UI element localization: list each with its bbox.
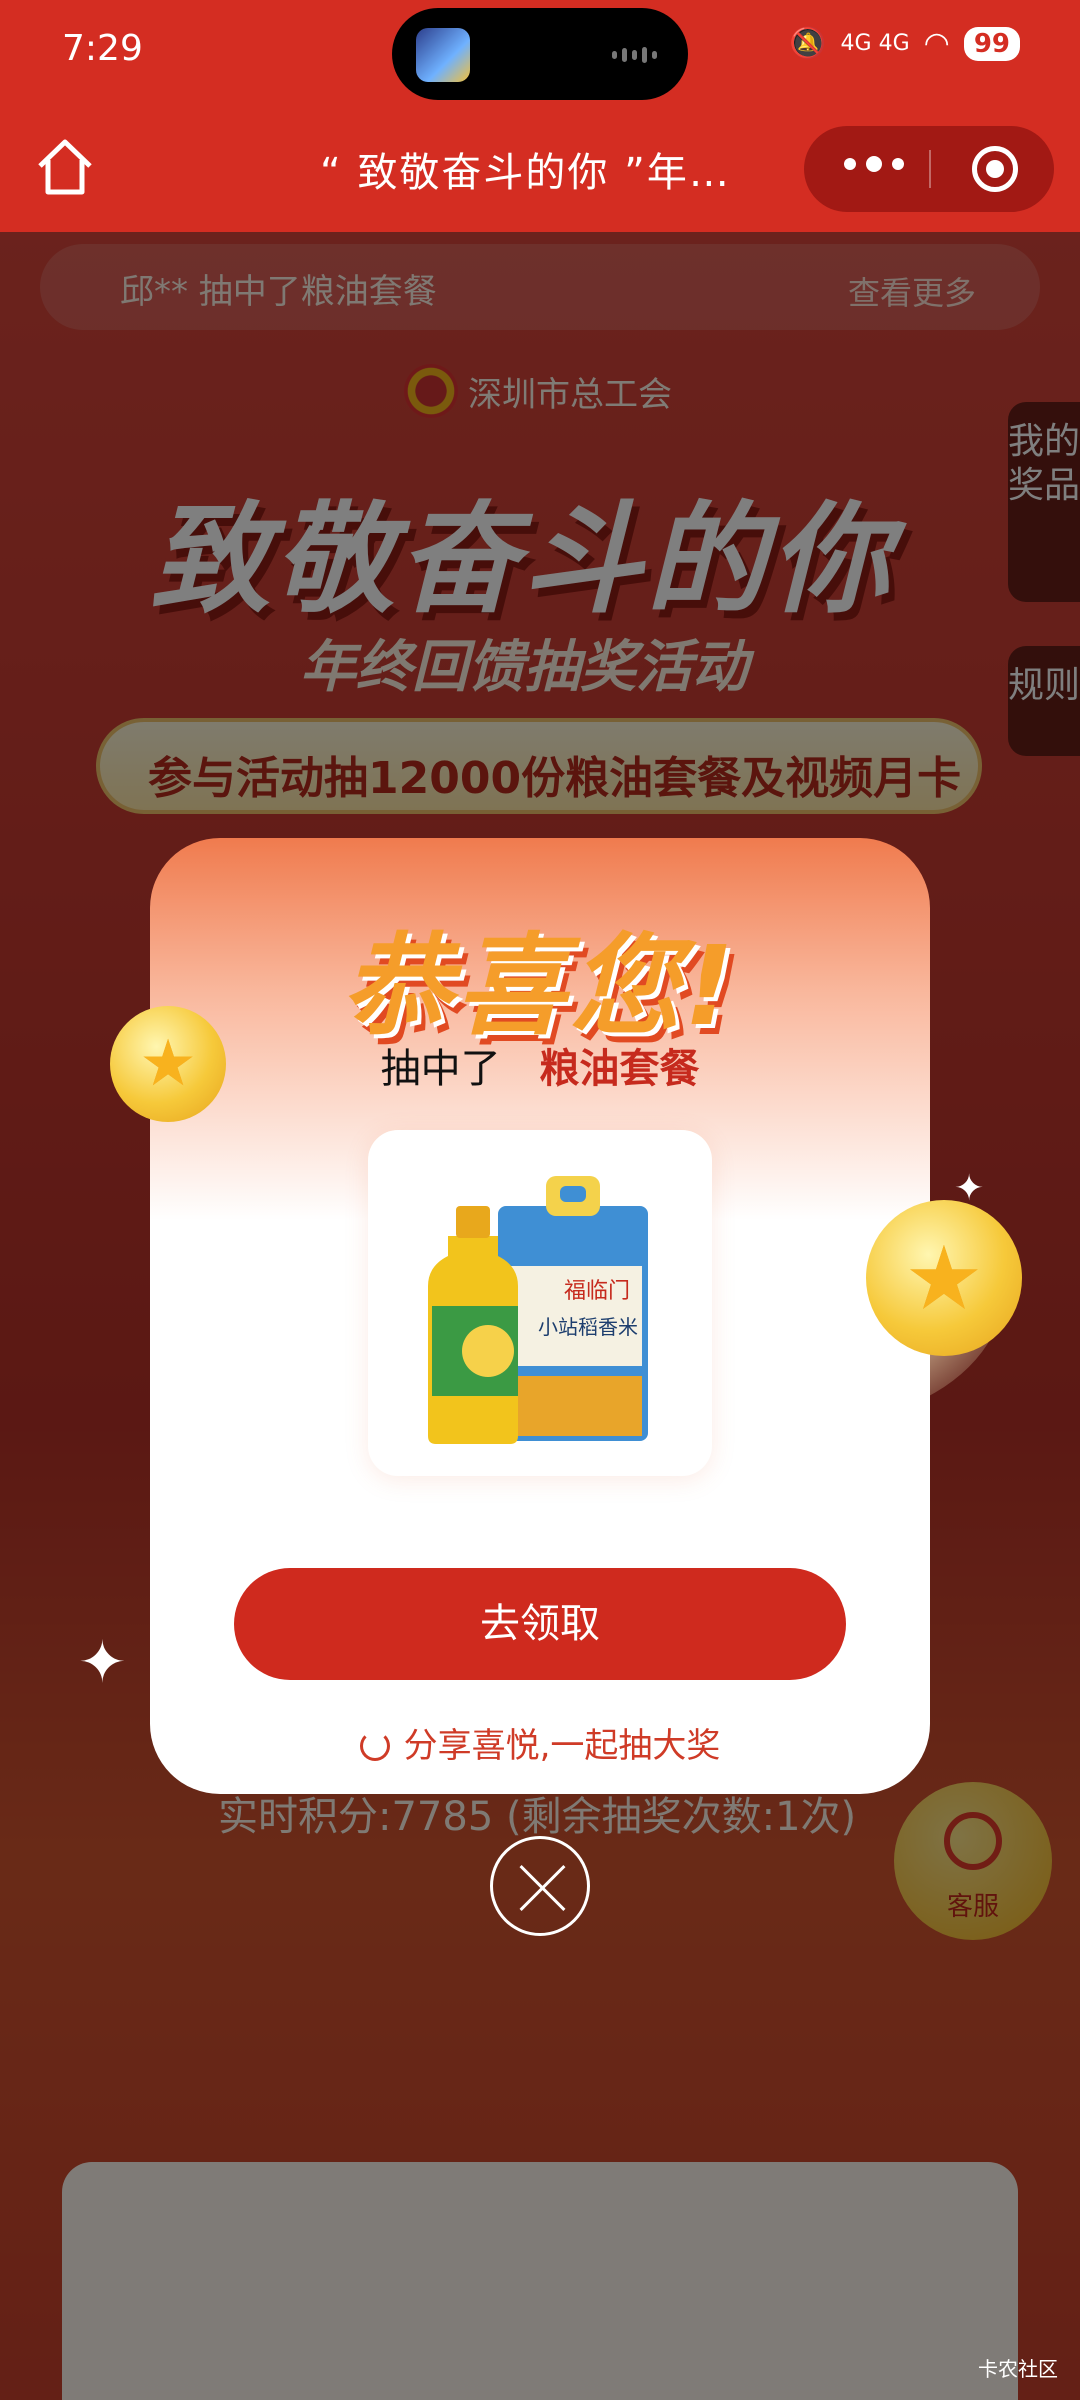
top-bar: 7:29 🔕 4G 4G ◠ 99 “ 致敬奋斗的你 ”年… — [0, 0, 1080, 232]
claim-button[interactable]: 去领取 — [234, 1568, 846, 1680]
watermark: 卡农社区 — [978, 2357, 1058, 2381]
status-icons: 🔕 4G 4G ◠ 99 — [789, 26, 1020, 61]
home-button[interactable] — [30, 132, 100, 202]
close-modal-button[interactable] — [490, 1836, 590, 1936]
app-thumbnail-icon — [416, 28, 470, 82]
battery-icon: 99 — [963, 26, 1020, 61]
signal-icon: 4G 4G — [840, 31, 910, 56]
dynamic-island — [392, 8, 688, 100]
status-bar: 7:29 🔕 4G 4G ◠ 99 — [0, 0, 1080, 110]
prize-image-card: 福临门 小站稻香米 — [368, 1130, 712, 1476]
close-miniapp-button[interactable] — [972, 146, 1018, 192]
star-icon: ★ — [904, 1226, 984, 1330]
prize-name: 粮油套餐 — [539, 1046, 700, 1092]
mute-icon: 🔕 — [789, 26, 827, 61]
gold-coin-icon: ★ — [866, 1200, 1022, 1356]
star-icon: ★ — [139, 1027, 197, 1101]
more-button[interactable] — [844, 156, 904, 172]
sparkle-icon: ✦ — [954, 1168, 985, 1209]
miniapp-capsule — [804, 126, 1054, 212]
share-text: 分享喜悦,一起抽大奖 — [403, 1726, 721, 1766]
product-text: 小站稻香米 — [538, 1315, 638, 1339]
product-brand: 福临门 — [564, 1279, 630, 1304]
share-refresh-icon — [359, 1731, 390, 1761]
navbar: “ 致敬奋斗的你 ”年… — [0, 110, 1080, 232]
sparkle-icon: ✦ — [78, 1628, 127, 1696]
share-link[interactable]: 分享喜悦,一起抽大奖 — [150, 1718, 930, 1767]
prize-modal: 恭喜您! 抽中了 粮油套餐 福临门 小站稻香米 去领取 分享喜悦,一起抽大奖 — [150, 838, 930, 1794]
capsule-divider — [929, 150, 931, 188]
won-prefix: 抽中了 — [380, 1046, 501, 1092]
gold-coin-icon: ★ — [110, 1006, 226, 1122]
congrats-title: 恭喜您! — [341, 922, 739, 1050]
wifi-icon: ◠ — [923, 26, 950, 61]
status-time: 7:29 — [62, 28, 143, 69]
product-image: 福临门 小站稻香米 — [428, 1176, 648, 1444]
won-line: 抽中了 粮油套餐 — [150, 1036, 930, 1094]
audio-wave-icon — [612, 46, 662, 64]
home-icon — [38, 139, 92, 195]
page-title: “ 致敬奋斗的你 ”年… — [320, 150, 731, 196]
